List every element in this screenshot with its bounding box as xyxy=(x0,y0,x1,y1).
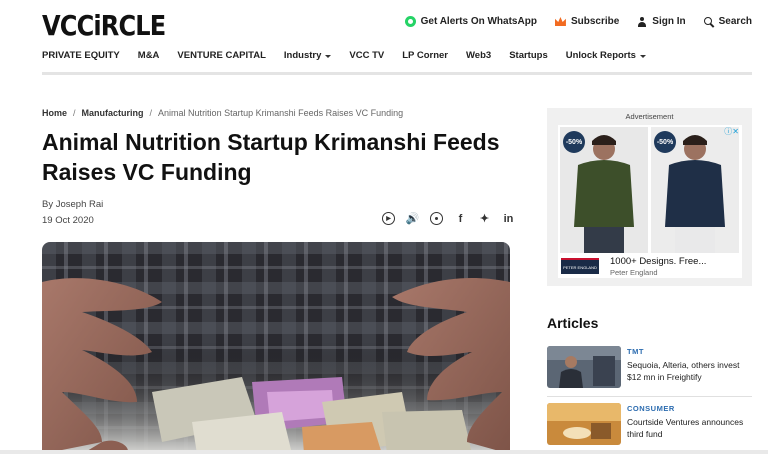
article-hero-image xyxy=(42,242,510,454)
header-divider xyxy=(42,72,752,75)
nav-private-equity[interactable]: PRIVATE EQUITY xyxy=(42,50,120,61)
whatsapp-icon xyxy=(404,16,416,27)
article-headline[interactable]: Courtside Ventures announces third fund xyxy=(627,416,752,440)
user-icon xyxy=(637,16,647,27)
ad-discount-badge: -50% xyxy=(654,131,676,153)
article-author[interactable]: By Joseph Rai xyxy=(42,199,103,210)
ad-creative[interactable]: -50% -50% ⓘ✕ PETER ENGLAND 1000+ Designs… xyxy=(558,125,742,278)
breadcrumb-separator: / xyxy=(149,108,153,118)
article-thumbnail[interactable] xyxy=(547,346,621,388)
header-actions: Get Alerts On WhatsApp Subscribe Sign In… xyxy=(404,16,752,27)
crown-icon xyxy=(554,17,566,26)
ad-close-icon[interactable]: ⓘ✕ xyxy=(724,126,739,137)
nav-label: Industry xyxy=(283,50,322,61)
main-nav: PRIVATE EQUITY M&A VENTURE CAPITAL Indus… xyxy=(42,50,646,61)
breadcrumb-current: Animal Nutrition Startup Krimanshi Feeds… xyxy=(158,108,404,118)
site-header: VCCiRCLE Get Alerts On WhatsApp Subscrib… xyxy=(0,0,768,46)
sidebar-article-item[interactable]: CONSUMER Courtside Ventures announces th… xyxy=(547,403,752,447)
subscribe-label: Subscribe xyxy=(570,16,620,27)
search-link[interactable]: Search xyxy=(703,16,752,27)
nav-startups[interactable]: Startups xyxy=(509,50,548,61)
ad-product-image-navy[interactable]: -50% xyxy=(651,127,739,253)
chevron-down-icon xyxy=(639,54,646,58)
breadcrumb-separator: / xyxy=(73,108,76,118)
ad-discount-badge: -50% xyxy=(563,131,585,153)
article-category[interactable]: CONSUMER xyxy=(627,404,675,413)
nav-label: Startups xyxy=(509,50,548,61)
nav-m-and-a[interactable]: M&A xyxy=(138,50,160,61)
ad-headline[interactable]: 1000+ Designs. Free... xyxy=(610,256,706,267)
nav-label: VENTURE CAPITAL xyxy=(177,50,266,61)
whatsapp-alerts-label: Get Alerts On WhatsApp xyxy=(420,16,537,27)
sign-in-label: Sign In xyxy=(652,16,686,27)
article-category[interactable]: TMT xyxy=(627,347,644,356)
nav-label: Unlock Reports xyxy=(565,50,636,61)
article-title: Animal Nutrition Startup Krimanshi Feeds… xyxy=(42,129,500,185)
ad-product-image-green[interactable]: -50% xyxy=(560,127,648,253)
horizontal-scrollbar[interactable] xyxy=(0,450,768,454)
site-logo[interactable]: VCCiRCLE xyxy=(42,9,166,42)
whatsapp-icon[interactable] xyxy=(430,212,443,225)
sign-in-link[interactable]: Sign In xyxy=(637,16,686,27)
facebook-icon[interactable]: f xyxy=(454,212,467,225)
nav-lp-corner[interactable]: LP Corner xyxy=(402,50,448,61)
nav-unlock-reports[interactable]: Unlock Reports xyxy=(566,50,646,61)
linkedin-icon[interactable]: in xyxy=(502,212,515,225)
share-bar: ▶ 🔊 f ✦ in xyxy=(382,212,515,225)
chevron-down-icon xyxy=(325,54,332,58)
breadcrumb-home[interactable]: Home xyxy=(42,108,67,118)
listen-icon[interactable]: ▶ xyxy=(382,212,395,225)
subscribe-link[interactable]: Subscribe xyxy=(554,16,620,27)
ad-brand-logo: PETER ENGLAND xyxy=(561,258,599,274)
advertisement: Advertisement -50% -50% ⓘ✕ PETER ENGLAND… xyxy=(547,108,752,286)
advertisement-label: Advertisement xyxy=(625,112,674,121)
nav-vcc-tv[interactable]: VCC TV xyxy=(349,50,384,61)
article-headline[interactable]: Sequoia, Alteria, others invest $12 mn i… xyxy=(627,359,752,383)
breadcrumb-category[interactable]: Manufacturing xyxy=(82,108,144,118)
article-thumbnail[interactable] xyxy=(547,403,621,445)
sidebar-article-item[interactable]: TMT Sequoia, Alteria, others invest $12 … xyxy=(547,346,752,390)
nav-industry[interactable]: Industry xyxy=(283,50,332,61)
nav-label: M&A xyxy=(137,50,160,61)
twitter-icon[interactable]: ✦ xyxy=(478,212,491,225)
search-label: Search xyxy=(718,16,752,27)
nav-venture-capital[interactable]: VENTURE CAPITAL xyxy=(177,50,266,61)
ad-advertiser: Peter England xyxy=(610,268,658,277)
article-date: 19 Oct 2020 xyxy=(42,215,94,226)
search-icon xyxy=(703,16,714,27)
whatsapp-alerts-link[interactable]: Get Alerts On WhatsApp xyxy=(404,16,537,27)
nav-label: Web3 xyxy=(466,50,492,61)
nav-label: VCC TV xyxy=(349,50,385,61)
nav-label: LP Corner xyxy=(402,50,449,61)
sidebar-articles-heading: Articles xyxy=(547,315,599,331)
nav-label: PRIVATE EQUITY xyxy=(42,50,120,61)
sidebar-divider xyxy=(547,396,752,397)
speaker-icon[interactable]: 🔊 xyxy=(406,212,420,225)
breadcrumb: Home / Manufacturing / Animal Nutrition … xyxy=(42,108,403,118)
nav-web3[interactable]: Web3 xyxy=(466,50,491,61)
